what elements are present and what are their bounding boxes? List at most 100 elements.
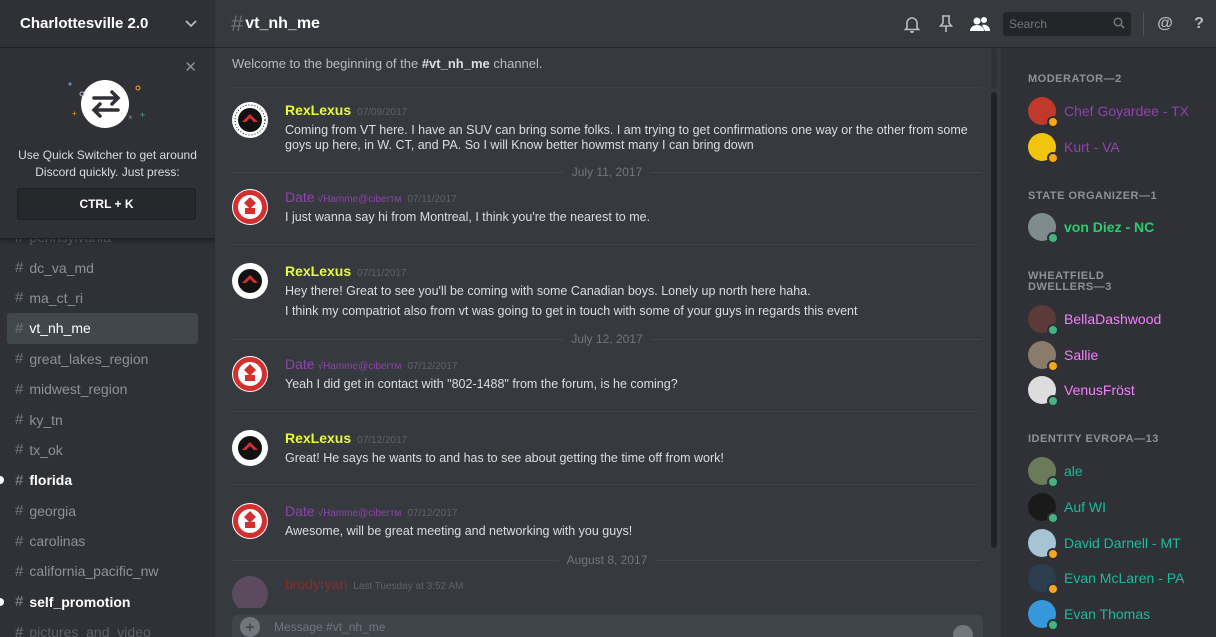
- channel-item-midwest-region[interactable]: # midwest_region: [0, 374, 215, 404]
- channel-label: pictures_and_video: [29, 624, 151, 637]
- avatar[interactable]: [232, 102, 268, 138]
- status-online-icon: [1047, 324, 1059, 336]
- scrollbar[interactable]: [986, 48, 1000, 592]
- channel-label: florida: [29, 472, 73, 489]
- message-body: RexLexus 07/12/2017 Great! He says he wan…: [285, 430, 975, 466]
- member-item[interactable]: ale: [1028, 457, 1083, 488]
- pin-icon[interactable]: [929, 0, 963, 48]
- server-header[interactable]: Charlottesville 2.0: [0, 0, 215, 48]
- channel-hash-icon: #: [231, 10, 244, 36]
- avatar[interactable]: [232, 503, 268, 539]
- member-name: Evan McLaren - PA: [1064, 570, 1185, 586]
- channel-item-georgia[interactable]: # georgia: [0, 496, 215, 526]
- chat-header: # vt_nh_me Search @ ?: [215, 0, 1216, 48]
- chevron-down-icon: [185, 17, 197, 31]
- upload-plus-icon[interactable]: +: [240, 617, 260, 637]
- avatar[interactable]: [232, 430, 268, 466]
- header-toolbar: Search @ ?: [895, 0, 1216, 48]
- channel-label: carolinas: [29, 533, 86, 550]
- avatar: [1028, 213, 1059, 244]
- member-item[interactable]: von Diez - NC: [1028, 213, 1155, 244]
- welcome-suffix: channel.: [489, 56, 543, 71]
- message-body: brodyryan Last Tuesday at 3:52 AM: [285, 576, 975, 594]
- member-group-title: STATE ORGANIZER—1: [1028, 190, 1158, 202]
- close-icon[interactable]: ✕: [184, 58, 197, 76]
- channel-hash-icon: #: [15, 502, 24, 520]
- channel-hash-icon: #: [15, 319, 24, 337]
- member-item[interactable]: Auf WI: [1028, 493, 1106, 524]
- message-author[interactable]: Date: [285, 503, 315, 519]
- message-author[interactable]: RexLexus: [285, 430, 351, 446]
- channel-item-ma-ct-ri[interactable]: # ma_ct_ri: [0, 283, 215, 313]
- emoji-icon[interactable]: [953, 625, 973, 637]
- message-list: Welcome to the beginning of the #vt_nh_m…: [215, 48, 1000, 608]
- message-timestamp: 07/12/2017: [407, 508, 458, 519]
- search-placeholder: Search: [1009, 17, 1048, 31]
- search-icon: [1113, 16, 1125, 32]
- channel-label: self_promotion: [29, 593, 131, 610]
- message-author[interactable]: RexLexus: [285, 263, 351, 279]
- date-separator-label: July 11, 2017: [571, 165, 643, 179]
- member-item[interactable]: Kurt - VA: [1028, 133, 1120, 164]
- avatar[interactable]: [232, 263, 268, 299]
- member-item[interactable]: Evan Thomas: [1028, 600, 1151, 631]
- mention-icon[interactable]: @: [1148, 0, 1182, 48]
- member-item[interactable]: BellaDashwood: [1028, 305, 1161, 336]
- message-timestamp: Last Tuesday at 3:52 AM: [353, 581, 464, 592]
- message-author[interactable]: Date: [285, 356, 315, 372]
- message-placeholder: Message #vt_nh_me: [274, 620, 386, 634]
- svg-text:×: ×: [128, 113, 133, 122]
- channel-label: ma_ct_ri: [29, 289, 84, 306]
- channel-item-florida[interactable]: # florida: [0, 465, 215, 495]
- member-name: von Diez - NC: [1064, 219, 1155, 235]
- message-author[interactable]: Date: [285, 189, 315, 205]
- channel-item-california-pacific-nw[interactable]: # california_pacific_nw: [0, 556, 215, 586]
- member-item[interactable]: Evan McLaren - PA: [1028, 564, 1185, 595]
- message-divider: [232, 484, 982, 485]
- status-online-icon: [1047, 619, 1059, 631]
- message-author[interactable]: brodyryan: [285, 576, 347, 592]
- channel-item-carolinas[interactable]: # carolinas: [0, 526, 215, 556]
- channel-item-tx-ok[interactable]: # tx_ok: [0, 435, 215, 465]
- channel-item-dc-va-md[interactable]: # dc_va_md: [0, 252, 215, 282]
- status-online-icon: [1047, 395, 1059, 407]
- message-text: Awesome, will be great meeting and netwo…: [285, 524, 633, 538]
- quick-switcher-tip: ✕ + × + Use Quick Switcher to get around…: [0, 48, 215, 239]
- author-badge: √Hamme@ciberᴛᴍ: [317, 194, 402, 205]
- message-body: Date √Hamme@ciberᴛᴍ 07/12/2017 Awesome, wi…: [285, 503, 975, 539]
- shortcut-button[interactable]: CTRL + K: [17, 188, 196, 220]
- avatar[interactable]: [232, 576, 268, 608]
- members-icon[interactable]: [963, 0, 997, 48]
- date-separator: July 12, 2017: [232, 332, 983, 346]
- message-body: RexLexus 07/11/2017 Hey there! Great to s…: [285, 263, 975, 319]
- member-group-title: WHEATFIELD DWELLERS—3: [1028, 271, 1112, 293]
- avatar: [1028, 600, 1059, 631]
- message-timestamp: 07/11/2017: [357, 268, 407, 279]
- member-item[interactable]: Sallie: [1028, 341, 1098, 372]
- channel-item-vt-nh-me[interactable]: # vt_nh_me: [7, 313, 198, 344]
- welcome-channel: #vt_nh_me: [421, 56, 490, 71]
- channel-item-great-lakes-region[interactable]: # great_lakes_region: [0, 344, 215, 374]
- channel-item-pictures-and-video[interactable]: # pictures_and_video: [0, 617, 215, 637]
- message-author[interactable]: RexLexus: [285, 102, 351, 118]
- member-item[interactable]: VenusFröst: [1028, 376, 1135, 407]
- bell-icon[interactable]: [895, 0, 929, 48]
- channel-hash-icon: #: [15, 623, 24, 637]
- help-icon[interactable]: ?: [1182, 0, 1216, 48]
- channel-hash-icon: #: [15, 350, 24, 368]
- channel-item-ky-tn[interactable]: # ky_tn: [0, 404, 215, 434]
- member-name: Evan Thomas: [1064, 606, 1151, 622]
- avatar[interactable]: [232, 356, 268, 392]
- avatar: [1028, 564, 1059, 595]
- channel-hash-icon: #: [15, 289, 24, 307]
- channel-item-self-promotion[interactable]: # self_promotion: [0, 587, 215, 617]
- scrollbar-thumb[interactable]: [991, 92, 997, 548]
- avatar[interactable]: [232, 189, 268, 225]
- search-input[interactable]: Search: [1003, 12, 1131, 36]
- channel-hash-icon: #: [15, 471, 24, 489]
- message-input[interactable]: + Message #vt_nh_me: [232, 615, 983, 637]
- member-item[interactable]: David Darnell - MT: [1028, 529, 1181, 560]
- channel-label: tx_ok: [29, 441, 63, 458]
- status-online-icon: [1047, 476, 1059, 488]
- member-item[interactable]: Chef Goyardee - TX: [1028, 97, 1189, 128]
